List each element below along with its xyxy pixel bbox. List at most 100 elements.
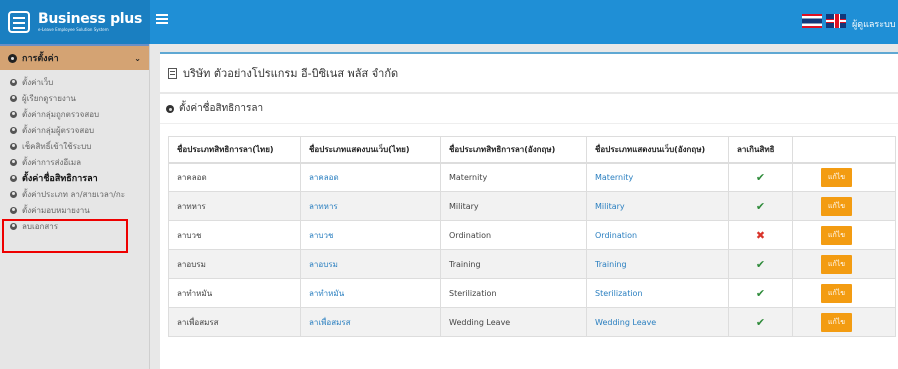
sidebar-item[interactable]: ลบเอกสาร [0, 218, 149, 234]
table-row: ลาเพื่อสมรส ลาเพื่อสมรส Wedding Leave Weddi… [168, 307, 896, 337]
cell-en-name: Training [440, 249, 587, 279]
company-name: บริษัท ตัวอย่างโปรแกรม อี-บิซิเนส พลัส จ… [183, 67, 399, 80]
cell-over-limit: ✔ [728, 191, 793, 221]
col-header-over-limit: ลาเกินสิทธิ [728, 136, 793, 164]
cell-th-web-link[interactable]: ลาบวช [300, 220, 441, 250]
leave-types-table: ชื่อประเภทสิทธิการลา(ไทย) ชื่อประเภทแสดง… [168, 136, 896, 337]
cell-actions: แก้ไข [792, 278, 896, 308]
cell-th-web-link[interactable]: ลาคลอด [300, 162, 441, 192]
sidebar-item[interactable]: ผู้เรียกดูรายงาน [0, 90, 149, 106]
cell-over-limit: ✔ [728, 162, 793, 192]
table-row: ลาคลอด ลาคลอด Maternity Maternity ✔ แก้ไข [168, 162, 896, 192]
cell-th-name: ลาบวช [168, 220, 301, 250]
cell-en-name: Military [440, 191, 587, 221]
thai-flag-icon[interactable] [802, 14, 822, 28]
cross-icon: ✖ [755, 228, 766, 242]
table-header-row: ชื่อประเภทสิทธิการลา(ไทย) ชื่อประเภทแสดง… [168, 136, 896, 164]
col-header-th-web: ชื่อประเภทแสดงบนเว็บ(ไทย) [300, 136, 441, 164]
cell-en-web-link[interactable]: Training [586, 249, 729, 279]
panel-title-text: ตั้งค่าชื่อสิทธิการลา [179, 103, 264, 114]
cell-actions: แก้ไข [792, 191, 896, 221]
cell-en-web-link[interactable]: Wedding Leave [586, 307, 729, 337]
sidebar-item[interactable]: ตั้งค่าเว็บ [0, 74, 149, 90]
cell-over-limit: ✖ [728, 220, 793, 250]
sidebar-item-label: ตั้งค่ามอบหมายงาน [22, 205, 90, 215]
cell-th-web-link[interactable]: ลาทำหมัน [300, 278, 441, 308]
chevron-down-icon: ⌄ [134, 53, 141, 63]
cell-th-web-link[interactable]: ลาเพื่อสมรส [300, 307, 441, 337]
table-row: ลาบวช ลาบวช Ordination Ordination ✖ แก้ไข [168, 220, 896, 250]
cell-actions: แก้ไข [792, 307, 896, 337]
edit-button[interactable]: แก้ไข [821, 254, 853, 274]
sidebar: การตั้งค่า ⌄ ตั้งค่าเว็บผู้เรียกดูรายงาน… [0, 44, 150, 369]
gear-icon [10, 206, 17, 214]
sidebar-item[interactable]: ตั้งค่ากลุ่มผู้ตรวจสอบ [0, 122, 149, 138]
document-list-icon [8, 11, 30, 33]
gear-icon [8, 53, 17, 63]
cell-en-web-link[interactable]: Military [586, 191, 729, 221]
check-icon: ✔ [755, 315, 766, 329]
gear-icon [10, 142, 17, 150]
cell-actions: แก้ไข [792, 249, 896, 279]
gear-icon [166, 104, 174, 113]
cell-en-web-link[interactable]: Ordination [586, 220, 729, 250]
user-menu[interactable]: ผู้ดูแลระบบ [852, 17, 896, 31]
top-header: Business plus e-Leave Employee Solution … [0, 0, 898, 44]
sidebar-item-label: ลบเอกสาร [22, 221, 59, 231]
sidebar-item[interactable]: เช็คสิทธิ์เข้าใช้ระบบ [0, 138, 149, 154]
cell-en-name: Ordination [440, 220, 587, 250]
sidebar-item[interactable]: ตั้งค่ากลุ่มถูกตรวจสอบ [0, 106, 149, 122]
hamburger-icon[interactable] [156, 14, 168, 24]
company-header: บริษัท ตัวอย่างโปรแกรม อี-บิซิเนส พลัส จ… [160, 52, 898, 92]
gear-icon [10, 110, 17, 118]
document-icon [168, 67, 177, 79]
sidebar-item-label: เช็คสิทธิ์เข้าใช้ระบบ [22, 141, 92, 151]
cell-th-web-link[interactable]: ลาทหาร [300, 191, 441, 221]
gear-icon [10, 78, 17, 86]
check-icon: ✔ [755, 286, 766, 300]
sidebar-section-settings[interactable]: การตั้งค่า ⌄ [0, 44, 149, 70]
cell-th-name: ลาเพื่อสมรส [168, 307, 301, 337]
edit-button[interactable]: แก้ไข [821, 225, 853, 245]
edit-button[interactable]: แก้ไข [821, 196, 853, 216]
col-header-en-web: ชื่อประเภทแสดงบนเว็บ(อังกฤษ) [586, 136, 729, 164]
cell-over-limit: ✔ [728, 249, 793, 279]
brand-logo[interactable]: Business plus e-Leave Employee Solution … [0, 0, 150, 44]
sidebar-item[interactable]: ตั้งค่าประเภท ลา/สายเวลา/กะ [0, 186, 149, 202]
sidebar-menu: ตั้งค่าเว็บผู้เรียกดูรายงาน ตั้งค่ากลุ่มถ… [0, 70, 149, 234]
col-header-en-name: ชื่อประเภทสิทธิการลา(อังกฤษ) [440, 136, 587, 164]
cell-en-web-link[interactable]: Sterilization [586, 278, 729, 308]
gear-icon [10, 174, 17, 182]
sidebar-item-label: ตั้งค่าเว็บ [22, 77, 54, 87]
check-icon: ✔ [755, 170, 766, 184]
leave-settings-panel: ตั้งค่าชื่อสิทธิการลา ชื่อประเภทสิทธิการ… [160, 94, 898, 369]
brand-subtitle: e-Leave Employee Solution System [38, 27, 109, 32]
sidebar-item-label: ตั้งค่าชื่อสิทธิการลา [22, 174, 98, 184]
gear-icon [10, 158, 17, 166]
panel-title: ตั้งค่าชื่อสิทธิการลา [160, 94, 898, 124]
sidebar-item-label: ตั้งค่าประเภท ลา/สายเวลา/กะ [22, 189, 126, 199]
table-row: ลาทำหมัน ลาทำหมัน Sterilization Sterilizati… [168, 278, 896, 308]
sidebar-item[interactable]: ตั้งค่าชื่อสิทธิการลา [0, 170, 149, 186]
sidebar-item-label: ตั้งค่ากลุ่มผู้ตรวจสอบ [22, 125, 95, 135]
cell-en-name: Maternity [440, 162, 587, 192]
cell-en-web-link[interactable]: Maternity [586, 162, 729, 192]
edit-button[interactable]: แก้ไข [821, 312, 853, 332]
edit-button[interactable]: แก้ไข [821, 283, 853, 303]
main-content: บริษัท ตัวอย่างโปรแกรม อี-บิซิเนส พลัส จ… [150, 44, 898, 369]
sidebar-item[interactable]: ตั้งค่ามอบหมายงาน [0, 202, 149, 218]
col-header-actions [792, 136, 896, 164]
table-row: ลาอบรม ลาอบรม Training Training ✔ แก้ไข [168, 249, 896, 279]
gear-icon [10, 190, 17, 198]
cell-th-name: ลาคลอด [168, 162, 301, 192]
uk-flag-icon[interactable] [826, 14, 846, 28]
gear-icon [10, 126, 17, 134]
cell-en-name: Sterilization [440, 278, 587, 308]
cell-th-web-link[interactable]: ลาอบรม [300, 249, 441, 279]
cell-actions: แก้ไข [792, 162, 896, 192]
gear-icon [10, 222, 17, 230]
cell-over-limit: ✔ [728, 307, 793, 337]
col-header-th-name: ชื่อประเภทสิทธิการลา(ไทย) [168, 136, 301, 164]
edit-button[interactable]: แก้ไข [821, 167, 853, 187]
sidebar-item[interactable]: ตั้งค่าการส่งอีเมล [0, 154, 149, 170]
